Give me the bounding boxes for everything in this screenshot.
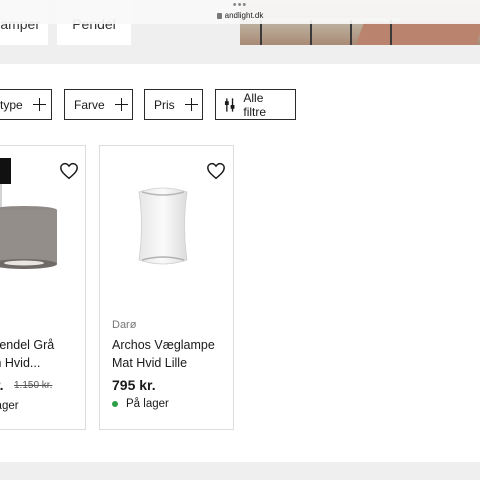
- lock-icon: [216, 13, 222, 19]
- stock-status: På lager: [112, 398, 169, 410]
- product-old-price: 1.150 kr.: [14, 380, 53, 391]
- footer-band: [0, 462, 480, 480]
- product-price: 795 kr.: [112, 377, 156, 393]
- filter-label: Pris: [154, 97, 175, 112]
- sliders-icon: [224, 97, 235, 112]
- pendant-lamp-image[interactable]: [0, 158, 71, 283]
- product-price: r.: [0, 377, 4, 393]
- browser-url-bar[interactable]: ••• andlight.dk: [0, 0, 480, 24]
- product-name[interactable]: Pendel Grå m Hvid...: [0, 336, 54, 372]
- product-name-line: Mat Hvid Lille: [112, 356, 188, 370]
- in-stock-dot-icon: [112, 401, 118, 407]
- product-name-line: Pendel Grå: [0, 338, 55, 352]
- product-brand[interactable]: Darø: [112, 319, 136, 331]
- product-card[interactable]: Pendel Grå m Hvid... r. 1.150 kr. lager: [0, 145, 86, 430]
- filter-label: Alle filtre: [243, 90, 267, 119]
- plus-icon: [184, 98, 199, 111]
- product-name-line: Archos Væglampe: [112, 338, 215, 352]
- filter-label: Farve: [74, 97, 105, 112]
- stock-status: lager: [0, 400, 19, 412]
- filter-label: type: [0, 97, 23, 112]
- stock-label: På lager: [126, 398, 169, 410]
- browser-menu-dots[interactable]: •••: [0, 0, 480, 11]
- url-display[interactable]: andlight.dk: [0, 10, 480, 22]
- product-name[interactable]: Archos Væglampe Mat Hvid Lille: [112, 336, 215, 372]
- stock-label: lager: [0, 400, 19, 412]
- filter-pris-button[interactable]: Pris: [144, 89, 203, 120]
- plus-icon: [32, 98, 47, 111]
- filter-type-button[interactable]: type: [0, 89, 52, 120]
- plus-icon: [114, 98, 129, 111]
- heart-outline-icon[interactable]: [206, 162, 226, 180]
- url-text: andlight.dk: [224, 11, 264, 20]
- rug-shape: [355, 22, 480, 45]
- all-filters-button[interactable]: Alle filtre: [215, 89, 296, 120]
- wall-lamp-image[interactable]: [136, 186, 190, 266]
- product-card[interactable]: Darø Archos Væglampe Mat Hvid Lille 795 …: [99, 145, 234, 430]
- product-name-line: m Hvid...: [0, 356, 41, 370]
- filter-farve-button[interactable]: Farve: [64, 89, 133, 120]
